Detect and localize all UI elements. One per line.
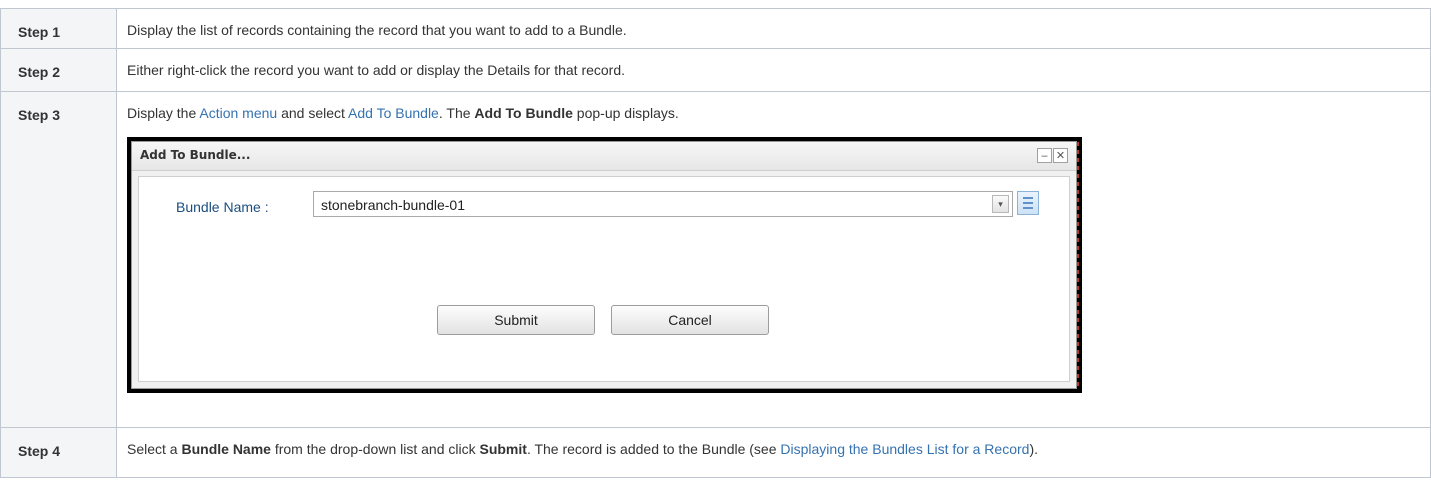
step-description: Either right-click the record you want t…: [116, 48, 1431, 92]
details-icon[interactable]: [1017, 191, 1039, 215]
close-icon[interactable]: ✕: [1053, 148, 1068, 163]
text-segment: Display the: [127, 105, 200, 121]
bundle-name-label: Bundle Name :: [176, 199, 269, 215]
text-segment: . The: [438, 105, 475, 121]
bundles-list-link[interactable]: Displaying the Bundles List for a Record: [780, 441, 1029, 457]
step-label: Step 1: [0, 8, 117, 49]
step-label: Step 2: [0, 48, 117, 92]
step-description: Select a Bundle Name from the drop-down …: [116, 427, 1431, 478]
step-row: Step 4 Select a Bundle Name from the dro…: [0, 427, 1431, 478]
step-label: Step 4: [0, 427, 117, 478]
step-row: Step 2 Either right-click the record you…: [0, 48, 1431, 92]
bold-text: Bundle Name: [181, 441, 271, 457]
dialog-screenshot: Add To Bundle... ‒ ✕ Bundle Name : stone…: [127, 137, 1082, 393]
steps-table: Step 1 Display the list of records conta…: [0, 8, 1431, 478]
add-to-bundle-dialog: Add To Bundle... ‒ ✕ Bundle Name : stone…: [131, 141, 1079, 390]
text-segment: pop-up displays.: [572, 105, 679, 121]
bold-text: Submit: [479, 441, 527, 457]
add-to-bundle-link[interactable]: Add To Bundle: [348, 105, 439, 121]
action-menu-link[interactable]: Action menu: [199, 105, 277, 121]
text-segment: ).: [1029, 441, 1038, 457]
text-segment: from the drop-down list and click: [270, 441, 480, 457]
cancel-button[interactable]: Cancel: [611, 305, 769, 335]
dialog-edge: [1077, 142, 1079, 390]
dialog-titlebar: Add To Bundle... ‒ ✕: [132, 142, 1076, 171]
bold-text: Add To Bundle: [474, 105, 573, 121]
text-segment: . The record is added to the Bundle (see: [526, 441, 781, 457]
bundle-name-value: stonebranch-bundle-01: [321, 197, 465, 213]
step-row: Step 3 Display the Action menu and selec…: [0, 91, 1431, 428]
minimize-icon[interactable]: ‒: [1037, 148, 1052, 163]
bundle-name-combobox[interactable]: stonebranch-bundle-01 ▾: [313, 191, 1013, 217]
text-segment: and select: [277, 105, 349, 121]
step-label: Step 3: [0, 91, 117, 428]
text-segment: Select a: [127, 441, 182, 457]
chevron-down-icon[interactable]: ▾: [992, 195, 1009, 213]
dialog-content: Bundle Name : stonebranch-bundle-01 ▾ Su…: [138, 176, 1070, 382]
step-row: Step 1 Display the list of records conta…: [0, 8, 1431, 49]
submit-button[interactable]: Submit: [437, 305, 595, 335]
dialog-title: Add To Bundle...: [140, 148, 251, 162]
step-text: Display the Action menu and select Add T…: [127, 105, 1430, 121]
step-description: Display the Action menu and select Add T…: [116, 91, 1431, 428]
step-description: Display the list of records containing t…: [116, 8, 1431, 49]
